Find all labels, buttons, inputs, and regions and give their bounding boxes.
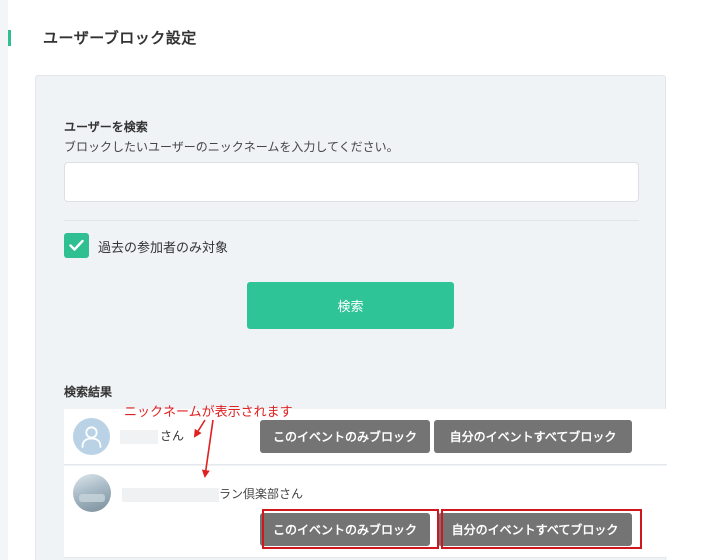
arrow-to-first-nickname: [193, 419, 206, 438]
arrow-to-second-nickname: [201, 419, 214, 478]
annotation-arrows: [193, 419, 214, 478]
